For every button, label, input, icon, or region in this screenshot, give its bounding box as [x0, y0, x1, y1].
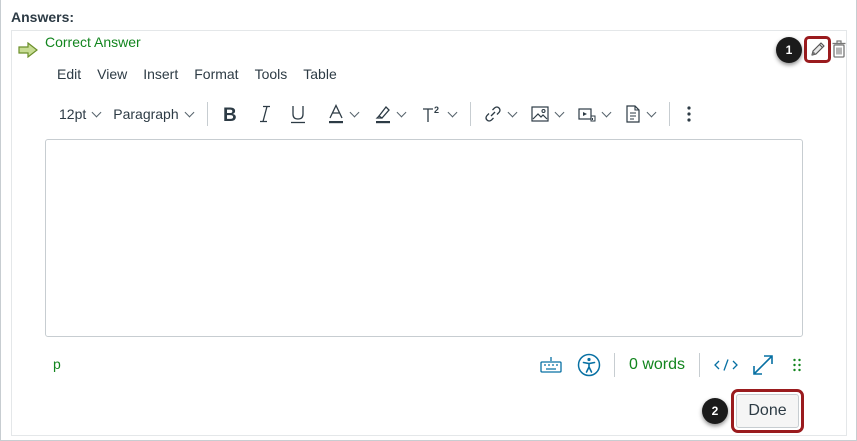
- link-icon: [484, 106, 501, 122]
- chevron-down-icon: [396, 107, 407, 117]
- pencil-icon: [811, 42, 825, 56]
- superscript-icon: 2: [422, 105, 439, 122]
- edit-answer-button[interactable]: [804, 36, 831, 63]
- block-format-select[interactable]: Paragraph: [113, 101, 195, 127]
- text-color-icon: [328, 104, 343, 124]
- answers-label: Answers:: [11, 9, 75, 25]
- highlight-color-icon: [375, 106, 390, 124]
- toolbar-divider: [206, 102, 208, 126]
- italic-button[interactable]: [258, 101, 290, 127]
- chevron-down-icon: [507, 107, 518, 117]
- status-divider: [699, 353, 701, 377]
- fullscreen-icon[interactable]: [751, 353, 775, 377]
- callout-2: 2: [702, 398, 728, 424]
- editor-toolbar: 12pt Paragraph B 2: [57, 101, 692, 127]
- image-button[interactable]: [531, 101, 565, 127]
- accessibility-icon[interactable]: [577, 353, 601, 377]
- chevron-down-icon: [554, 107, 565, 117]
- trash-icon[interactable]: [832, 40, 846, 58]
- word-count[interactable]: 0 words: [629, 356, 685, 374]
- menu-view[interactable]: View: [97, 66, 127, 82]
- bold-icon: B: [223, 105, 237, 123]
- svg-text:2: 2: [434, 105, 439, 115]
- document-icon: [626, 105, 640, 123]
- keyboard-icon[interactable]: [540, 357, 562, 373]
- chevron-down-icon: [349, 107, 360, 117]
- media-button[interactable]: [578, 101, 612, 127]
- callout-1: 1: [776, 37, 802, 63]
- media-icon: [578, 108, 596, 122]
- right-arrow-icon: [18, 42, 38, 58]
- more-button[interactable]: [686, 101, 692, 127]
- resize-handle-icon[interactable]: [792, 357, 802, 373]
- editor-menubar: Edit View Insert Format Tools Table: [57, 66, 353, 82]
- correct-answer-label: Correct Answer: [45, 34, 141, 50]
- element-path[interactable]: p: [53, 356, 61, 372]
- menu-table[interactable]: Table: [303, 66, 336, 82]
- menu-tools[interactable]: Tools: [255, 66, 288, 82]
- image-icon: [531, 106, 549, 122]
- menu-format[interactable]: Format: [194, 66, 238, 82]
- font-size-value: 12pt: [59, 106, 87, 122]
- chevron-down-icon: [646, 107, 657, 117]
- done-button-highlight: Done: [731, 389, 804, 433]
- status-divider: [614, 353, 615, 377]
- chevron-down-icon: [601, 107, 612, 117]
- superscript-button[interactable]: 2: [422, 101, 458, 127]
- menu-edit[interactable]: Edit: [57, 66, 81, 82]
- status-bar-right: 0 words: [540, 352, 802, 378]
- html-code-icon[interactable]: [713, 358, 739, 372]
- italic-icon: [259, 105, 270, 123]
- chevron-down-icon: [91, 107, 102, 117]
- toolbar-divider: [469, 102, 471, 126]
- toolbar-divider: [668, 102, 670, 126]
- chevron-down-icon: [184, 107, 195, 117]
- underline-icon: [290, 106, 305, 124]
- bold-button[interactable]: B: [222, 101, 250, 127]
- highlight-color-button[interactable]: [375, 101, 407, 127]
- block-format-value: Paragraph: [113, 106, 179, 122]
- document-button[interactable]: [625, 101, 657, 127]
- done-button[interactable]: Done: [736, 394, 799, 428]
- svg-text:B: B: [223, 105, 237, 123]
- font-size-select[interactable]: 12pt: [59, 101, 102, 127]
- rich-text-editor-area[interactable]: [45, 139, 803, 337]
- text-color-button[interactable]: [328, 101, 360, 127]
- underline-button[interactable]: [290, 101, 322, 127]
- menu-insert[interactable]: Insert: [143, 66, 178, 82]
- more-icon: [687, 106, 691, 122]
- link-button[interactable]: [484, 101, 518, 127]
- chevron-down-icon: [447, 107, 458, 117]
